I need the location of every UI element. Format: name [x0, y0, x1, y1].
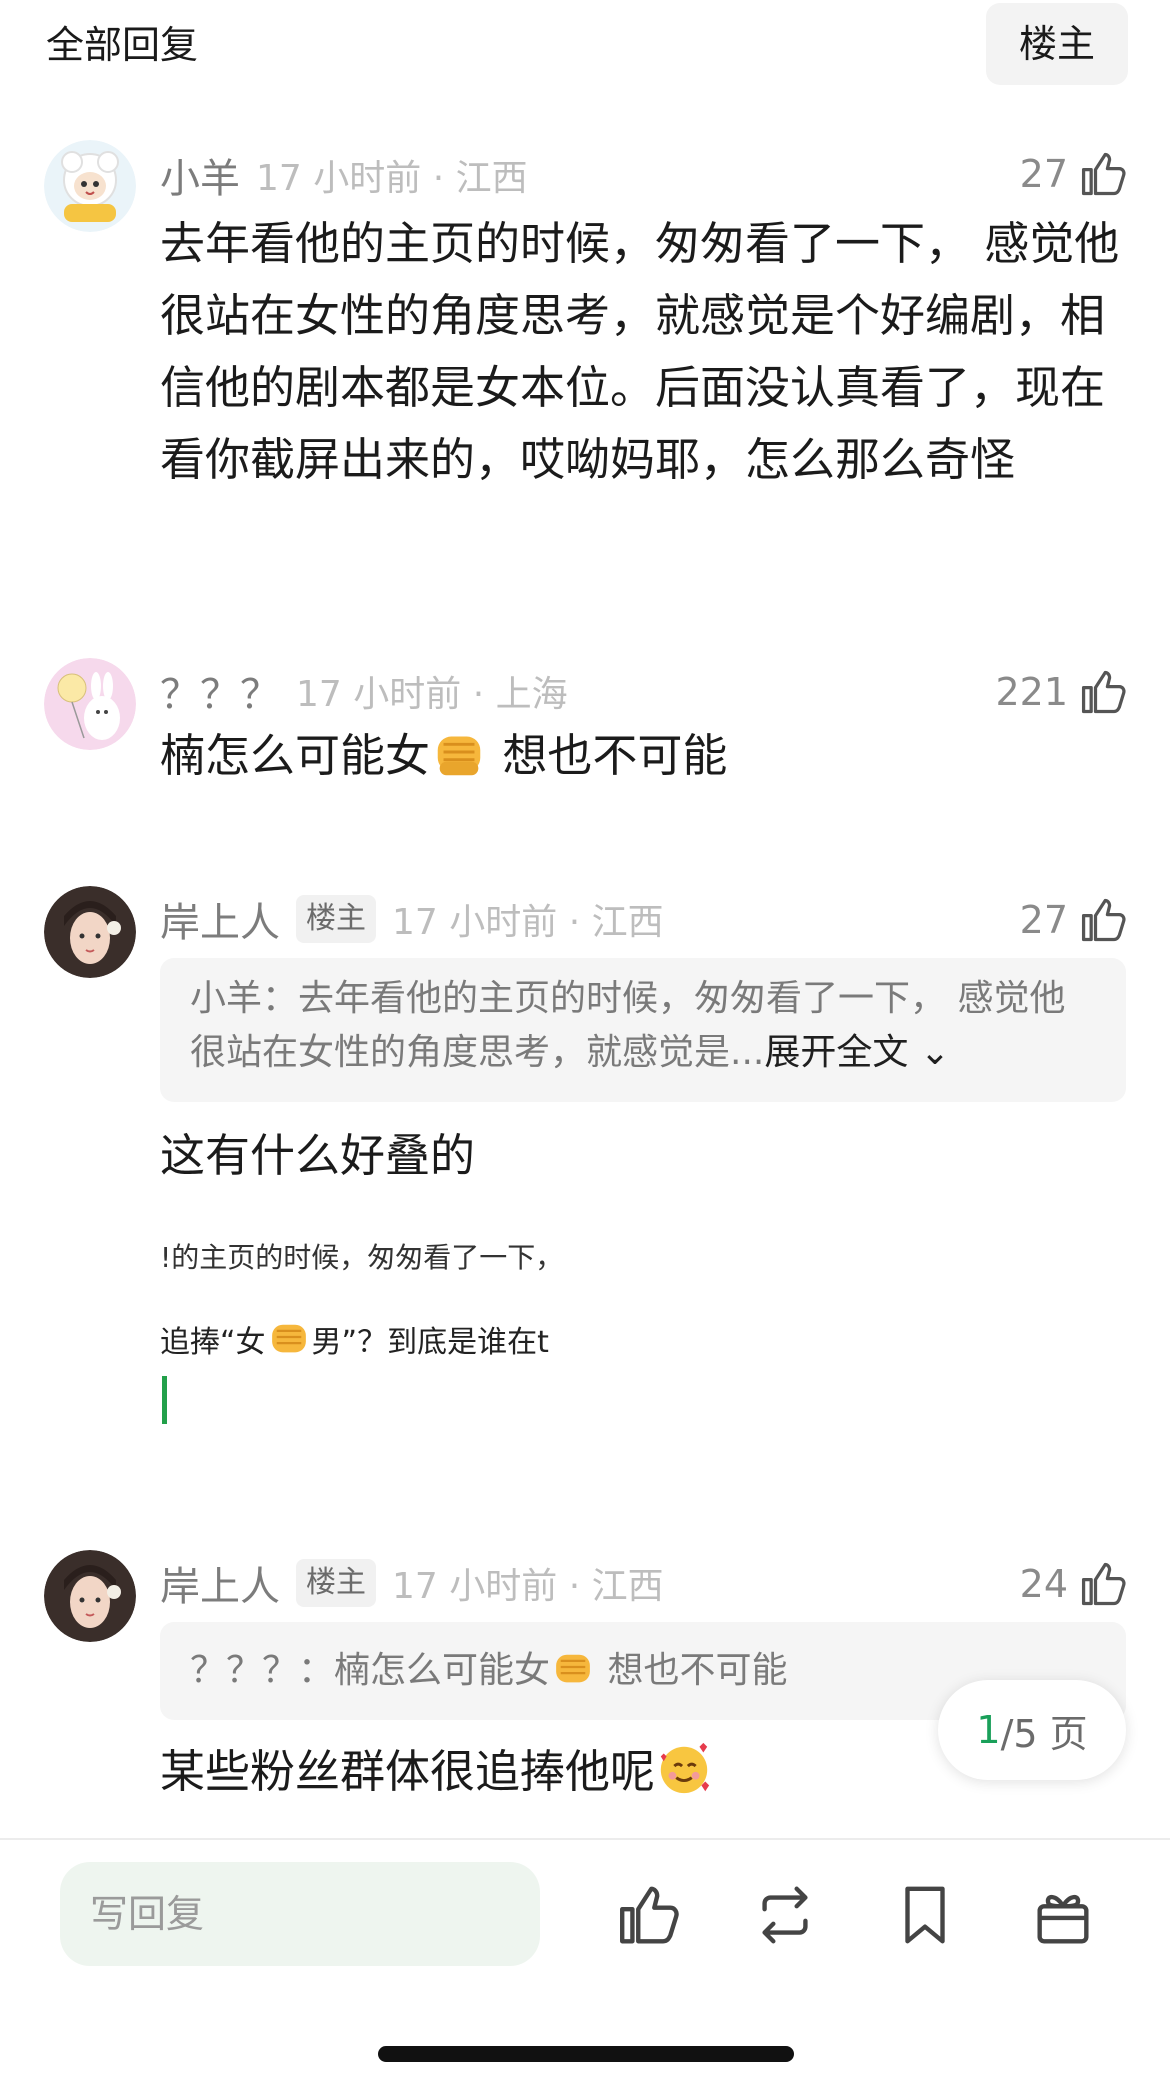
like-button[interactable]: 221	[995, 662, 1128, 722]
comment-text-part: 楠怎么可能女	[160, 729, 431, 782]
current-page: 1	[976, 1708, 1001, 1752]
avatar[interactable]	[44, 886, 136, 978]
username[interactable]: 小羊	[160, 146, 240, 204]
timestamp-location: 17 小时前 · 上海	[296, 674, 568, 715]
quote-author: ？？？：	[190, 1650, 335, 1691]
repost-icon[interactable]	[750, 1880, 820, 1950]
comment-text: 这有什么好叠的	[160, 1129, 476, 1182]
timestamp-location: 17 小时前 · 江西	[392, 1566, 664, 1607]
thumbs-up-icon	[1081, 152, 1126, 196]
pasted-line: 追捧“女 男”？到底是谁在t	[160, 1314, 590, 1361]
op-badge: 楼主	[296, 895, 376, 943]
page-title: 全部回复	[46, 23, 199, 67]
comment-meta: 小羊 17 小时前 · 江西	[160, 148, 528, 202]
fist-emoji-icon	[271, 1324, 306, 1353]
fist-emoji-icon	[556, 1654, 590, 1683]
text-cursor	[162, 1376, 167, 1424]
thumbs-up-icon	[1081, 1562, 1126, 1606]
timestamp-location: 17 小时前 · 江西	[256, 158, 528, 199]
gift-icon[interactable]	[1028, 1880, 1098, 1950]
like-button[interactable]: 27	[1020, 890, 1128, 950]
quote-author: 小羊：	[190, 978, 299, 1019]
pasted-line: !的主页的时候，匆匆看了一下，	[160, 1241, 564, 1274]
expand-label: 展开全文	[764, 1032, 909, 1073]
pasted-text-part: 追捧“女	[160, 1325, 266, 1360]
op-badge: 楼主	[296, 1559, 376, 1607]
expand-link[interactable]: 展开全文 ⌄	[764, 1032, 950, 1073]
timestamp-location: 17 小时前 · 江西	[392, 902, 664, 943]
username[interactable]: ？？？	[160, 662, 280, 720]
quote-text: 想也不可能	[596, 1650, 788, 1691]
pasted-text-part: 男”？到底是谁在t	[311, 1325, 549, 1360]
smiling-hearts-emoji-icon	[660, 1742, 710, 1794]
comment-meta: 岸上人 楼主 17 小时前 · 江西	[160, 1556, 664, 1610]
username[interactable]: 岸上人	[160, 890, 280, 948]
chevron-down-icon: ⌄	[919, 1032, 950, 1073]
like-count: 24	[1019, 1562, 1068, 1606]
thumbs-up-icon	[1081, 670, 1126, 714]
thumbs-up-icon[interactable]	[612, 1880, 682, 1950]
total-pages: /5 页	[1000, 1711, 1088, 1756]
fist-emoji-icon	[437, 736, 481, 776]
page-indicator[interactable]: 1/5 页	[938, 1680, 1126, 1780]
like-count: 221	[995, 670, 1068, 714]
bookmark-icon[interactable]	[890, 1880, 960, 1950]
comment-meta: 岸上人 楼主 17 小时前 · 江西	[160, 892, 664, 946]
like-button[interactable]: 24	[1020, 1554, 1128, 1614]
comment-text: 去年看他的主页的时候，匆匆看了一下， 感觉他很站在女性的角度思考，就感觉是个好编…	[160, 217, 1120, 486]
home-indicator[interactable]	[378, 2046, 794, 2062]
only-op-button[interactable]: 楼主	[986, 3, 1128, 85]
avatar[interactable]	[44, 1550, 136, 1642]
comment-text-part: 某些粉丝群体很追捧他呢	[160, 1745, 656, 1798]
pasted-screenshot-text: !的主页的时候，匆匆看了一下， 追捧“女 男”？到底是谁在t	[160, 1236, 760, 1436]
avatar[interactable]	[44, 140, 136, 232]
reply-input[interactable]: 写回复	[60, 1862, 540, 1966]
like-button[interactable]: 27	[1020, 144, 1128, 204]
thumbs-up-icon	[1081, 898, 1126, 942]
quote-text: 楠怎么可能女	[334, 1650, 551, 1691]
like-count: 27	[1019, 898, 1068, 942]
comment-meta: ？？？ 17 小时前 · 上海	[160, 664, 568, 718]
quoted-comment[interactable]: 小羊：去年看他的主页的时候，匆匆看了一下， 感觉他很站在女性的角度思考，就感觉是…	[160, 958, 1126, 1102]
header: 全部回复 楼主	[0, 0, 1170, 100]
avatar[interactable]	[44, 658, 136, 750]
comment-text-part: 想也不可能	[488, 729, 728, 782]
like-count: 27	[1019, 152, 1068, 196]
comment-text: 楠怎么可能女 想也不可能	[160, 720, 1120, 792]
username[interactable]: 岸上人	[160, 1554, 280, 1612]
